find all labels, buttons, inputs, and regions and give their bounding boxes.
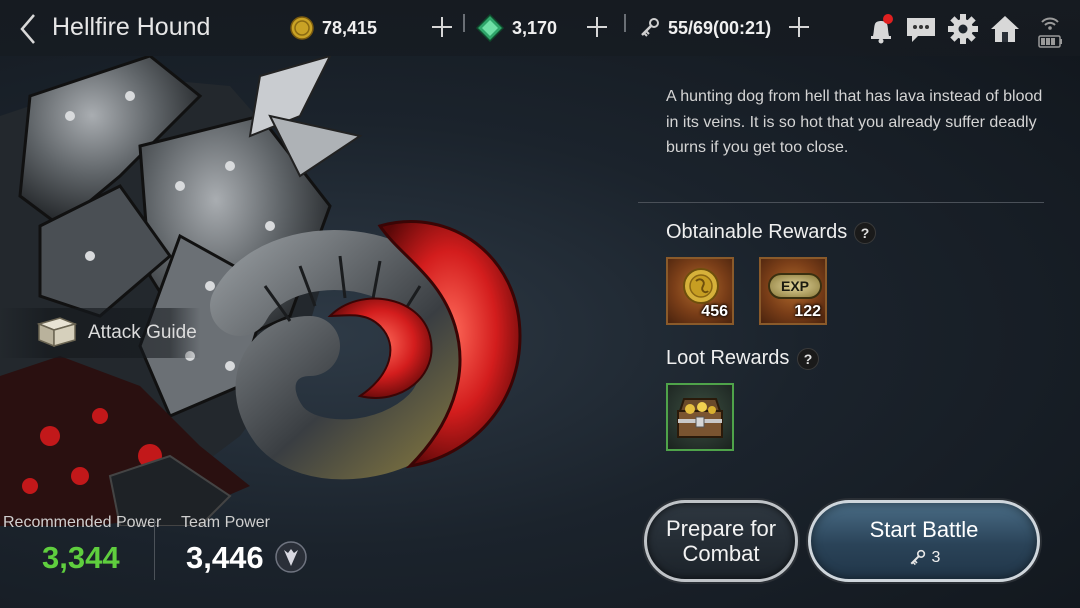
notification-bell-icon[interactable] [864, 12, 898, 46]
creature-description: A hunting dog from hell that has lava in… [666, 88, 1043, 156]
start-battle-cost: 3 [811, 549, 1037, 567]
loot-chest-slot[interactable] [666, 383, 734, 451]
separator [463, 14, 465, 32]
home-icon[interactable] [988, 12, 1022, 46]
reward-gold-slot[interactable]: 456 [666, 257, 734, 325]
loot-rewards-title: Loot Rewards [666, 347, 790, 369]
add-gold-button[interactable] [428, 13, 456, 41]
treasure-chest-icon [677, 398, 723, 438]
recommended-power-label: Recommended Power [3, 514, 162, 531]
reward-exp-quantity: 122 [794, 303, 821, 320]
reward-gold-quantity: 456 [701, 303, 728, 320]
power-divider [154, 520, 155, 580]
start-battle-label: Start Battle [869, 517, 979, 542]
add-gems-button[interactable] [583, 13, 611, 41]
recommended-power-value: 3,344 [42, 540, 120, 575]
chat-icon[interactable] [904, 12, 938, 46]
team-power-value: 3,446 [186, 540, 264, 575]
gold-coin-icon [290, 16, 314, 40]
panel-divider [638, 202, 1044, 203]
gem-amount: 3,170 [512, 17, 558, 38]
attack-guide-label: Attack Guide [88, 322, 197, 343]
start-battle-button[interactable]: Start Battle 3 [808, 500, 1040, 582]
prepare-for-combat-button[interactable]: Prepare for Combat [644, 500, 798, 582]
team-power-label: Team Power [181, 514, 270, 531]
exp-badge-icon: EXP [768, 273, 822, 299]
add-stamina-button[interactable] [785, 13, 813, 41]
gold-resource: 78,415 [290, 12, 377, 44]
team-crest-icon[interactable] [275, 541, 307, 573]
start-battle-cost-value: 3 [931, 549, 941, 566]
prepare-for-combat-label: Prepare for Combat [665, 516, 777, 566]
separator [624, 14, 626, 32]
key-icon [910, 549, 925, 566]
gem-resource: 3,170 [476, 12, 557, 44]
settings-gear-icon[interactable] [946, 12, 980, 46]
page-title: Hellfire Hound [52, 13, 211, 41]
back-arrow-icon[interactable] [14, 12, 44, 46]
hellfire-hound-artwork [0, 56, 522, 526]
gold-coin-icon [683, 268, 719, 304]
key-icon [641, 18, 659, 37]
obtainable-rewards-help-icon[interactable]: ? [854, 222, 876, 244]
stamina-resource: 55/69(00:21) [638, 12, 771, 44]
green-gem-icon [476, 14, 504, 42]
gold-amount: 78,415 [322, 17, 378, 38]
obtainable-rewards-title: Obtainable Rewards [666, 221, 848, 243]
reward-exp-slot[interactable]: EXP 122 [759, 257, 827, 325]
exp-badge-label: EXP [780, 278, 809, 294]
wifi-battery-icon [1038, 17, 1062, 48]
book-icon [36, 317, 78, 348]
attack-guide-button[interactable]: Attack Guide [0, 308, 200, 358]
stamina-amount: 55/69(00:21) [668, 17, 772, 38]
loot-rewards-help-icon[interactable]: ? [797, 348, 819, 370]
